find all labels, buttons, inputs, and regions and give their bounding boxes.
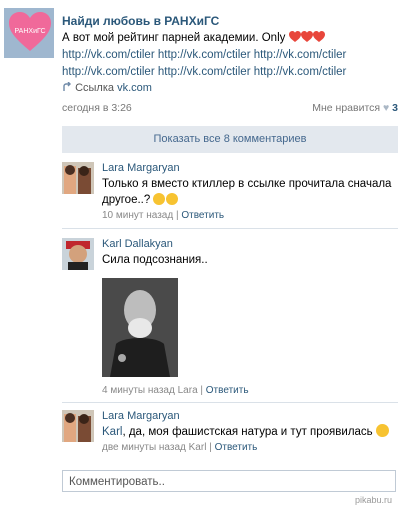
comment-author[interactable]: Lara Margaryan bbox=[102, 410, 398, 422]
watermark: pikabu.ru bbox=[355, 495, 393, 505]
comment-input[interactable]: Комментировать.. bbox=[62, 470, 396, 492]
avatar[interactable] bbox=[62, 410, 94, 442]
comment-text: Только я вместо ктиллер в ссылке прочита… bbox=[102, 176, 398, 208]
reply-link[interactable]: Ответить bbox=[181, 210, 224, 221]
angry-emoji-icon bbox=[375, 424, 389, 437]
comment-text: Сила подсознания.. bbox=[102, 254, 208, 266]
unamused-emoji-icon bbox=[166, 193, 179, 205]
freud-photo[interactable] bbox=[102, 278, 178, 377]
post-text-line1: А вот мой рейтинг парней академии. Only bbox=[62, 32, 286, 44]
comment-text-content: , да, моя фашистская натура и тут прояви… bbox=[122, 426, 373, 438]
divider bbox=[62, 402, 398, 403]
reply-link[interactable]: Ответить bbox=[215, 442, 258, 453]
avatar[interactable] bbox=[62, 162, 94, 194]
comment-text: Karl, да, моя фашистская натура и тут пр… bbox=[102, 424, 398, 440]
link-url[interactable]: vk.com bbox=[117, 82, 152, 94]
post-url-line3[interactable]: http://vk.com/ctiler http://vk.com/ctile… bbox=[62, 66, 346, 78]
group-name-link[interactable]: Найди любовь в РАНХиГС bbox=[62, 14, 219, 28]
comment-time[interactable]: 4 минуты назад bbox=[102, 385, 175, 396]
reply-to[interactable]: Karl bbox=[189, 442, 207, 453]
post-text: А вот мой рейтинг парней академии. Only … bbox=[62, 30, 397, 81]
comment-meta: 4 минуты назад Lara | Ответить bbox=[102, 385, 249, 396]
attached-link[interactable]: Ссылка vk.com bbox=[62, 81, 152, 94]
show-all-comments-button[interactable]: Показать все 8 комментариев bbox=[62, 126, 398, 153]
post-timestamp[interactable]: сегодня в 3:26 bbox=[62, 102, 132, 114]
reply-to[interactable]: Lara bbox=[178, 385, 198, 396]
comment-meta: две минуты назад Karl | Ответить bbox=[102, 442, 258, 453]
divider bbox=[62, 228, 398, 229]
comment-time[interactable]: 10 минут назад bbox=[102, 210, 173, 221]
mention-link[interactable]: Karl bbox=[102, 426, 122, 438]
group-avatar[interactable]: РАНХиГС bbox=[4, 8, 54, 58]
avatar[interactable] bbox=[62, 238, 94, 270]
confused-emoji-icon bbox=[153, 193, 166, 205]
comment-text-content: Только я вместо ктиллер в ссылке прочита… bbox=[102, 178, 392, 206]
portrait-image-icon bbox=[102, 278, 178, 377]
post-meta: сегодня в 3:26 Мне нравится ♥ 3 bbox=[62, 102, 398, 114]
reply-link[interactable]: Ответить bbox=[206, 385, 249, 396]
comment-author[interactable]: Karl Dallakyan bbox=[102, 238, 398, 250]
comment-time[interactable]: две минуты назад bbox=[102, 442, 186, 453]
link-label: Ссылка bbox=[75, 82, 115, 94]
hearts-emoji-icon bbox=[288, 31, 325, 42]
heart-icon: ♥ bbox=[383, 102, 390, 114]
comment-author[interactable]: Lara Margaryan bbox=[102, 162, 398, 174]
like-button[interactable]: Мне нравится ♥ 3 bbox=[312, 102, 398, 114]
likes-label: Мне нравится bbox=[312, 102, 381, 114]
link-arrow-icon bbox=[63, 81, 71, 91]
comment-meta: 10 минут назад | Ответить bbox=[102, 210, 225, 221]
post-url-line2[interactable]: http://vk.com/ctiler http://vk.com/ctile… bbox=[62, 49, 346, 61]
likes-count: 3 bbox=[392, 102, 398, 114]
logo-text: РАНХиГС bbox=[14, 28, 46, 35]
